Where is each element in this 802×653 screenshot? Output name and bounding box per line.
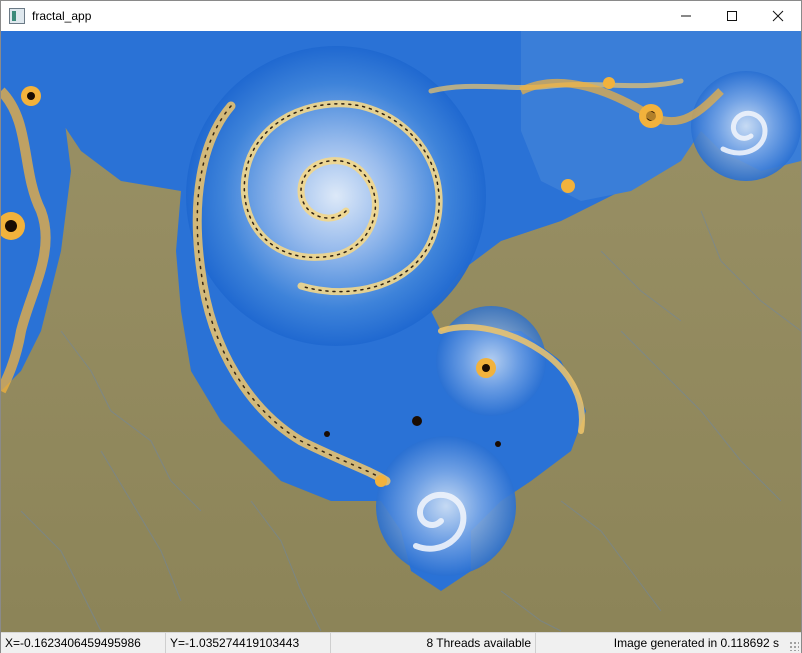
minimize-button[interactable] <box>663 1 709 31</box>
app-window: fractal_app X=-0.1623406459495986 Y=-1.0… <box>0 0 802 653</box>
caption-buttons <box>663 1 801 31</box>
threads-available: 8 Threads available <box>331 633 536 653</box>
render-time: Image generated in 0.118692 s <box>613 636 779 650</box>
maximize-icon <box>727 11 737 21</box>
right-spiral-glow <box>691 71 801 181</box>
title-bar[interactable]: fractal_app <box>1 1 801 31</box>
lower-spiral-glow <box>376 436 516 576</box>
resize-grip-icon[interactable] <box>789 641 799 651</box>
fractal-canvas[interactable] <box>1 31 801 632</box>
window-title: fractal_app <box>32 9 92 23</box>
maximize-button[interactable] <box>709 1 755 31</box>
app-icon <box>9 8 25 24</box>
fractal-image <box>1 31 801 632</box>
minimize-icon <box>681 15 691 17</box>
close-button[interactable] <box>755 1 801 31</box>
status-bar: X=-0.1623406459495986 Y=-1.0352744191034… <box>1 632 801 653</box>
close-icon <box>772 10 784 22</box>
x-coordinate: X=-0.1623406459495986 <box>1 633 166 653</box>
y-coordinate: Y=-1.035274419103443 <box>166 633 331 653</box>
